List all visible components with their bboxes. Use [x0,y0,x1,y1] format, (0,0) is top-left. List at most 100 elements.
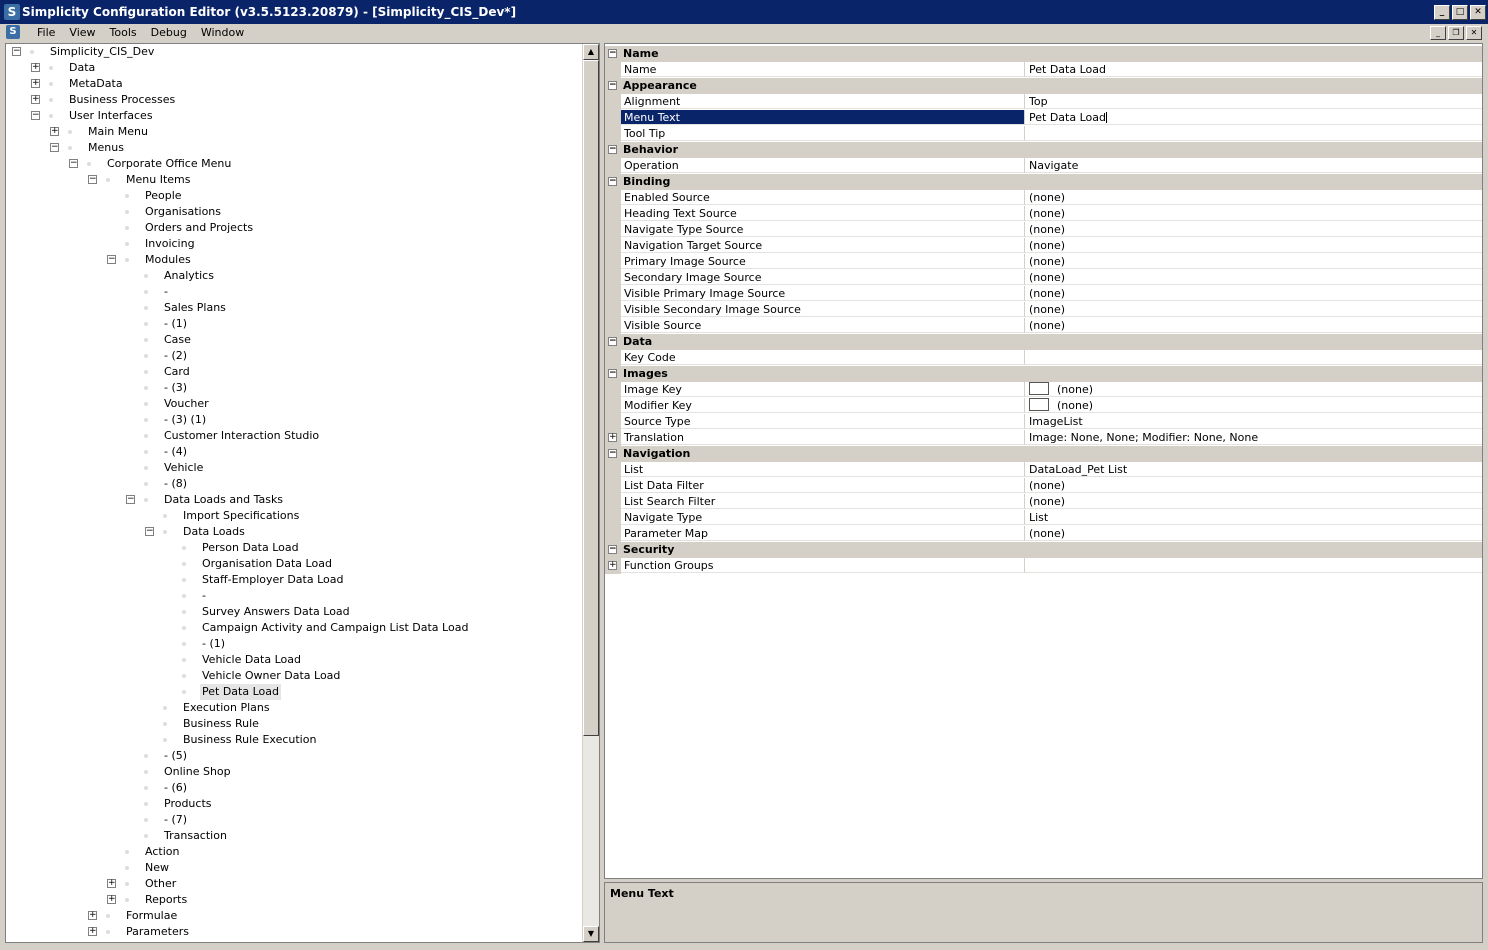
tree-node[interactable]: Execution Plans [6,700,576,716]
tree-node[interactable]: - (2) [6,348,576,364]
property-category[interactable]: − Data [605,334,1482,350]
tree-node[interactable]: - (3) (1) [6,412,576,428]
property-row[interactable]: + Function Groups [605,558,1482,574]
property-value[interactable]: (none) [1025,206,1482,221]
property-value[interactable]: Navigate [1025,158,1482,173]
tree-node[interactable]: Pet Data Load [6,684,576,700]
tree-node[interactable]: Customer Interaction Studio [6,428,576,444]
tree-node[interactable]: Case [6,332,576,348]
property-grid[interactable]: − Name Name Pet Data Load − Appearance Alignme… [604,43,1483,879]
collapse-icon[interactable]: − [608,369,617,378]
expand-icon[interactable]: + [88,927,97,936]
scroll-up-icon[interactable]: ▲ [583,44,599,60]
property-row[interactable]: Key Code [605,350,1482,366]
tree-node[interactable]: Invoicing [6,236,576,252]
tree-node[interactable]: Person Data Load [6,540,576,556]
tree-node[interactable]: - (1) [6,636,576,652]
tree-node[interactable]: - (8) [6,476,576,492]
document-icon[interactable]: S [6,25,20,39]
property-row[interactable]: Navigate Type Source (none) [605,222,1482,238]
tree-view[interactable]: − Simplicity_CIS_Dev + Data + MetaData + Busine… [5,43,600,943]
property-value[interactable]: (none) [1025,526,1482,541]
tree-node[interactable]: − Corporate Office Menu [6,156,576,172]
minimize-icon[interactable]: _ [1434,5,1450,20]
property-value[interactable]: DataLoad_Pet List [1025,462,1482,477]
property-row[interactable]: + Translation Image: None, None; Modifier:… [605,430,1482,446]
property-value[interactable]: (none) [1025,190,1482,205]
property-row[interactable]: Operation Navigate [605,158,1482,174]
tree-node[interactable]: Action [6,844,576,860]
tree-node[interactable]: − Modules [6,252,576,268]
tree-node[interactable]: Organisations [6,204,576,220]
collapse-icon[interactable]: − [126,495,135,504]
collapse-icon[interactable]: − [107,255,116,264]
property-row[interactable]: Alignment Top [605,94,1482,110]
tree-node[interactable]: Vehicle Data Load [6,652,576,668]
tree-node[interactable]: - (1) [6,316,576,332]
tree-node[interactable]: - (4) [6,444,576,460]
property-value[interactable]: (none) [1025,494,1482,509]
collapse-icon[interactable]: − [608,545,617,554]
property-value[interactable]: (none) [1025,286,1482,301]
tree-node[interactable]: + Other [6,876,576,892]
tree-node[interactable]: Staff-Employer Data Load [6,572,576,588]
tree-node[interactable]: Organisation Data Load [6,556,576,572]
property-row[interactable]: Visible Secondary Image Source (none) [605,302,1482,318]
property-value[interactable]: Image: None, None; Modifier: None, None [1025,430,1482,445]
collapse-icon[interactable]: − [69,159,78,168]
expand-icon[interactable]: + [31,95,40,104]
mdi-restore-icon[interactable]: ❐ [1448,26,1464,40]
tree-node[interactable]: + MetaData [6,76,576,92]
expand-icon[interactable]: + [88,911,97,920]
mdi-close-icon[interactable]: ✕ [1466,26,1482,40]
property-row[interactable]: Menu Text Pet Data Load [605,110,1482,126]
tree-node[interactable]: Transaction [6,828,576,844]
tree-node[interactable]: New [6,860,576,876]
tree-node[interactable]: Vehicle Owner Data Load [6,668,576,684]
tree-node[interactable]: - (5) [6,748,576,764]
property-value[interactable]: (none) [1025,270,1482,285]
menu-tools[interactable]: Tools [103,24,144,42]
scroll-down-icon[interactable]: ▼ [583,926,599,942]
tree-node[interactable]: − Data Loads [6,524,576,540]
property-row[interactable]: List DataLoad_Pet List [605,462,1482,478]
collapse-icon[interactable]: − [88,175,97,184]
property-value[interactable]: (none) [1025,222,1482,237]
property-category[interactable]: − Images [605,366,1482,382]
property-row[interactable]: Modifier Key (none) [605,398,1482,414]
collapse-icon[interactable]: − [31,111,40,120]
property-category[interactable]: − Behavior [605,142,1482,158]
collapse-icon[interactable]: − [608,81,617,90]
tree-node[interactable]: + Business Processes [6,92,576,108]
tree-node[interactable]: Analytics [6,268,576,284]
property-value[interactable]: List [1025,510,1482,525]
expand-icon[interactable]: + [107,895,116,904]
expand-icon[interactable]: + [31,63,40,72]
property-row[interactable]: List Search Filter (none) [605,494,1482,510]
tree-node[interactable]: + Main Menu [6,124,576,140]
collapse-icon[interactable]: − [12,47,21,56]
tree-node[interactable]: Business Rule [6,716,576,732]
scroll-thumb[interactable] [583,60,599,736]
tree-node[interactable]: Import Specifications [6,508,576,524]
expand-icon[interactable]: + [608,433,617,442]
property-row[interactable]: Image Key (none) [605,382,1482,398]
collapse-icon[interactable]: − [608,337,617,346]
property-category[interactable]: − Navigation [605,446,1482,462]
tree-node[interactable]: Survey Answers Data Load [6,604,576,620]
property-row[interactable]: List Data Filter (none) [605,478,1482,494]
property-row[interactable]: Name Pet Data Load [605,62,1482,78]
property-value[interactable]: (none) [1025,254,1482,269]
tree-node[interactable]: − Menus [6,140,576,156]
tree-node[interactable]: - (3) [6,380,576,396]
expand-icon[interactable]: + [50,127,59,136]
property-value[interactable]: Pet Data Load [1025,62,1482,77]
property-row[interactable]: Secondary Image Source (none) [605,270,1482,286]
tree-node[interactable]: - (7) [6,812,576,828]
tree-scrollbar[interactable]: ▲ ▼ [582,44,599,942]
property-row[interactable]: Primary Image Source (none) [605,254,1482,270]
collapse-icon[interactable]: − [608,145,617,154]
tree-node[interactable]: Orders and Projects [6,220,576,236]
tree-node[interactable]: - (6) [6,780,576,796]
property-value[interactable] [1025,350,1482,365]
